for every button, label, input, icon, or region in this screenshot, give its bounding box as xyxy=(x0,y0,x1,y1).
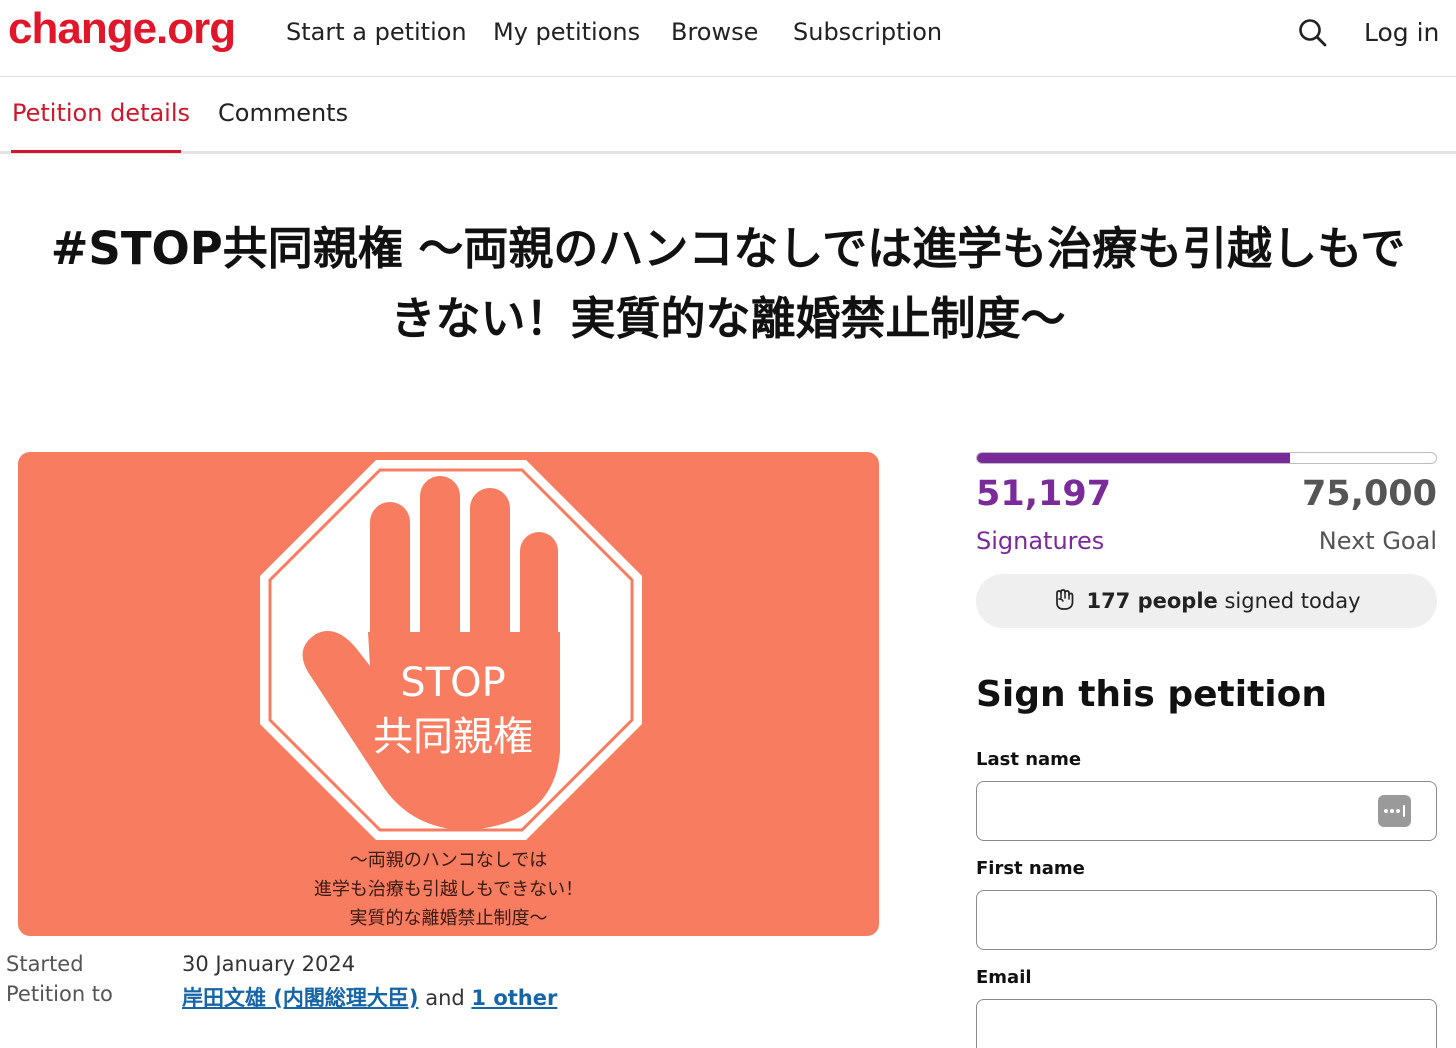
petition-other-link[interactable]: 1 other xyxy=(471,986,557,1010)
signed-today-count: 177 people xyxy=(1086,589,1218,613)
sign-petition-heading: Sign this petition xyxy=(976,674,1327,715)
sign-text-jp: 共同親権 xyxy=(373,714,533,760)
first-name-label: First name xyxy=(976,858,1085,879)
search-icon[interactable] xyxy=(1296,16,1330,50)
petition-target-link[interactable]: 岸田文雄 (内閣総理大臣) xyxy=(182,986,419,1010)
started-label: Started xyxy=(6,952,84,976)
signed-today-suffix: signed today xyxy=(1224,589,1361,613)
last-name-field[interactable] xyxy=(976,781,1437,841)
first-name-field[interactable] xyxy=(976,890,1437,950)
signature-progress-fill xyxy=(977,453,1291,463)
petition-image: STOP 共同親権 〜両親のハンコなしでは 進学も治療も引越しもできない！ 実質… xyxy=(18,452,879,936)
sign-text-stop: STOP xyxy=(400,660,505,706)
nav-subscription[interactable]: Subscription xyxy=(793,18,942,46)
nav-start-petition[interactable]: Start a petition xyxy=(286,18,467,46)
petition-title-line-2: きない！実質的な離婚禁止制度〜 xyxy=(390,292,1066,345)
signature-count: 51,197 xyxy=(976,474,1112,514)
next-goal-label: Next Goal xyxy=(1318,527,1437,555)
top-nav: change.org Start a petition My petitions… xyxy=(0,0,1456,77)
petition-to-value: 岸田文雄 (内閣総理大臣) and 1 other xyxy=(182,982,557,1012)
signature-progress-bar xyxy=(976,452,1437,464)
image-caption-line-2: 進学も治療も引越しもできない！ xyxy=(313,879,584,900)
tab-petition-details[interactable]: Petition details xyxy=(12,99,190,127)
image-caption-line-3: 実質的な離婚禁止制度〜 xyxy=(349,908,548,929)
image-caption-line-1: 〜両親のハンコなしでは xyxy=(349,850,548,871)
petition-to-label: Petition to xyxy=(6,982,113,1006)
signatures-label: Signatures xyxy=(976,527,1105,555)
petition-tabs: Petition details Comments xyxy=(0,77,1456,154)
email-label: Email xyxy=(976,967,1032,988)
petition-to-and: and xyxy=(425,986,465,1010)
email-field[interactable] xyxy=(976,999,1437,1048)
nav-my-petitions[interactable]: My petitions xyxy=(493,18,640,46)
raised-fist-icon xyxy=(1056,589,1074,610)
goal-count: 75,000 xyxy=(1301,474,1437,514)
started-date: 30 January 2024 xyxy=(182,952,356,976)
change-org-logo[interactable]: change.org xyxy=(8,4,236,54)
signed-today-text: 177 people signed today xyxy=(976,588,1437,613)
nav-browse[interactable]: Browse xyxy=(671,18,758,46)
active-tab-indicator xyxy=(11,150,181,153)
password-manager-icon[interactable] xyxy=(1378,795,1411,827)
tab-comments[interactable]: Comments xyxy=(218,99,348,127)
last-name-label: Last name xyxy=(976,749,1082,770)
login-link[interactable]: Log in xyxy=(1364,18,1439,47)
petition-title: #STOP共同親権 〜両親のハンコなしでは進学も治療も引越しもで きない！実質的… xyxy=(0,214,1456,354)
signed-today-pill: 177 people signed today xyxy=(976,574,1437,628)
petition-title-line-1: #STOP共同親権 〜両親のハンコなしでは進学も治療も引越しもで xyxy=(50,222,1406,275)
